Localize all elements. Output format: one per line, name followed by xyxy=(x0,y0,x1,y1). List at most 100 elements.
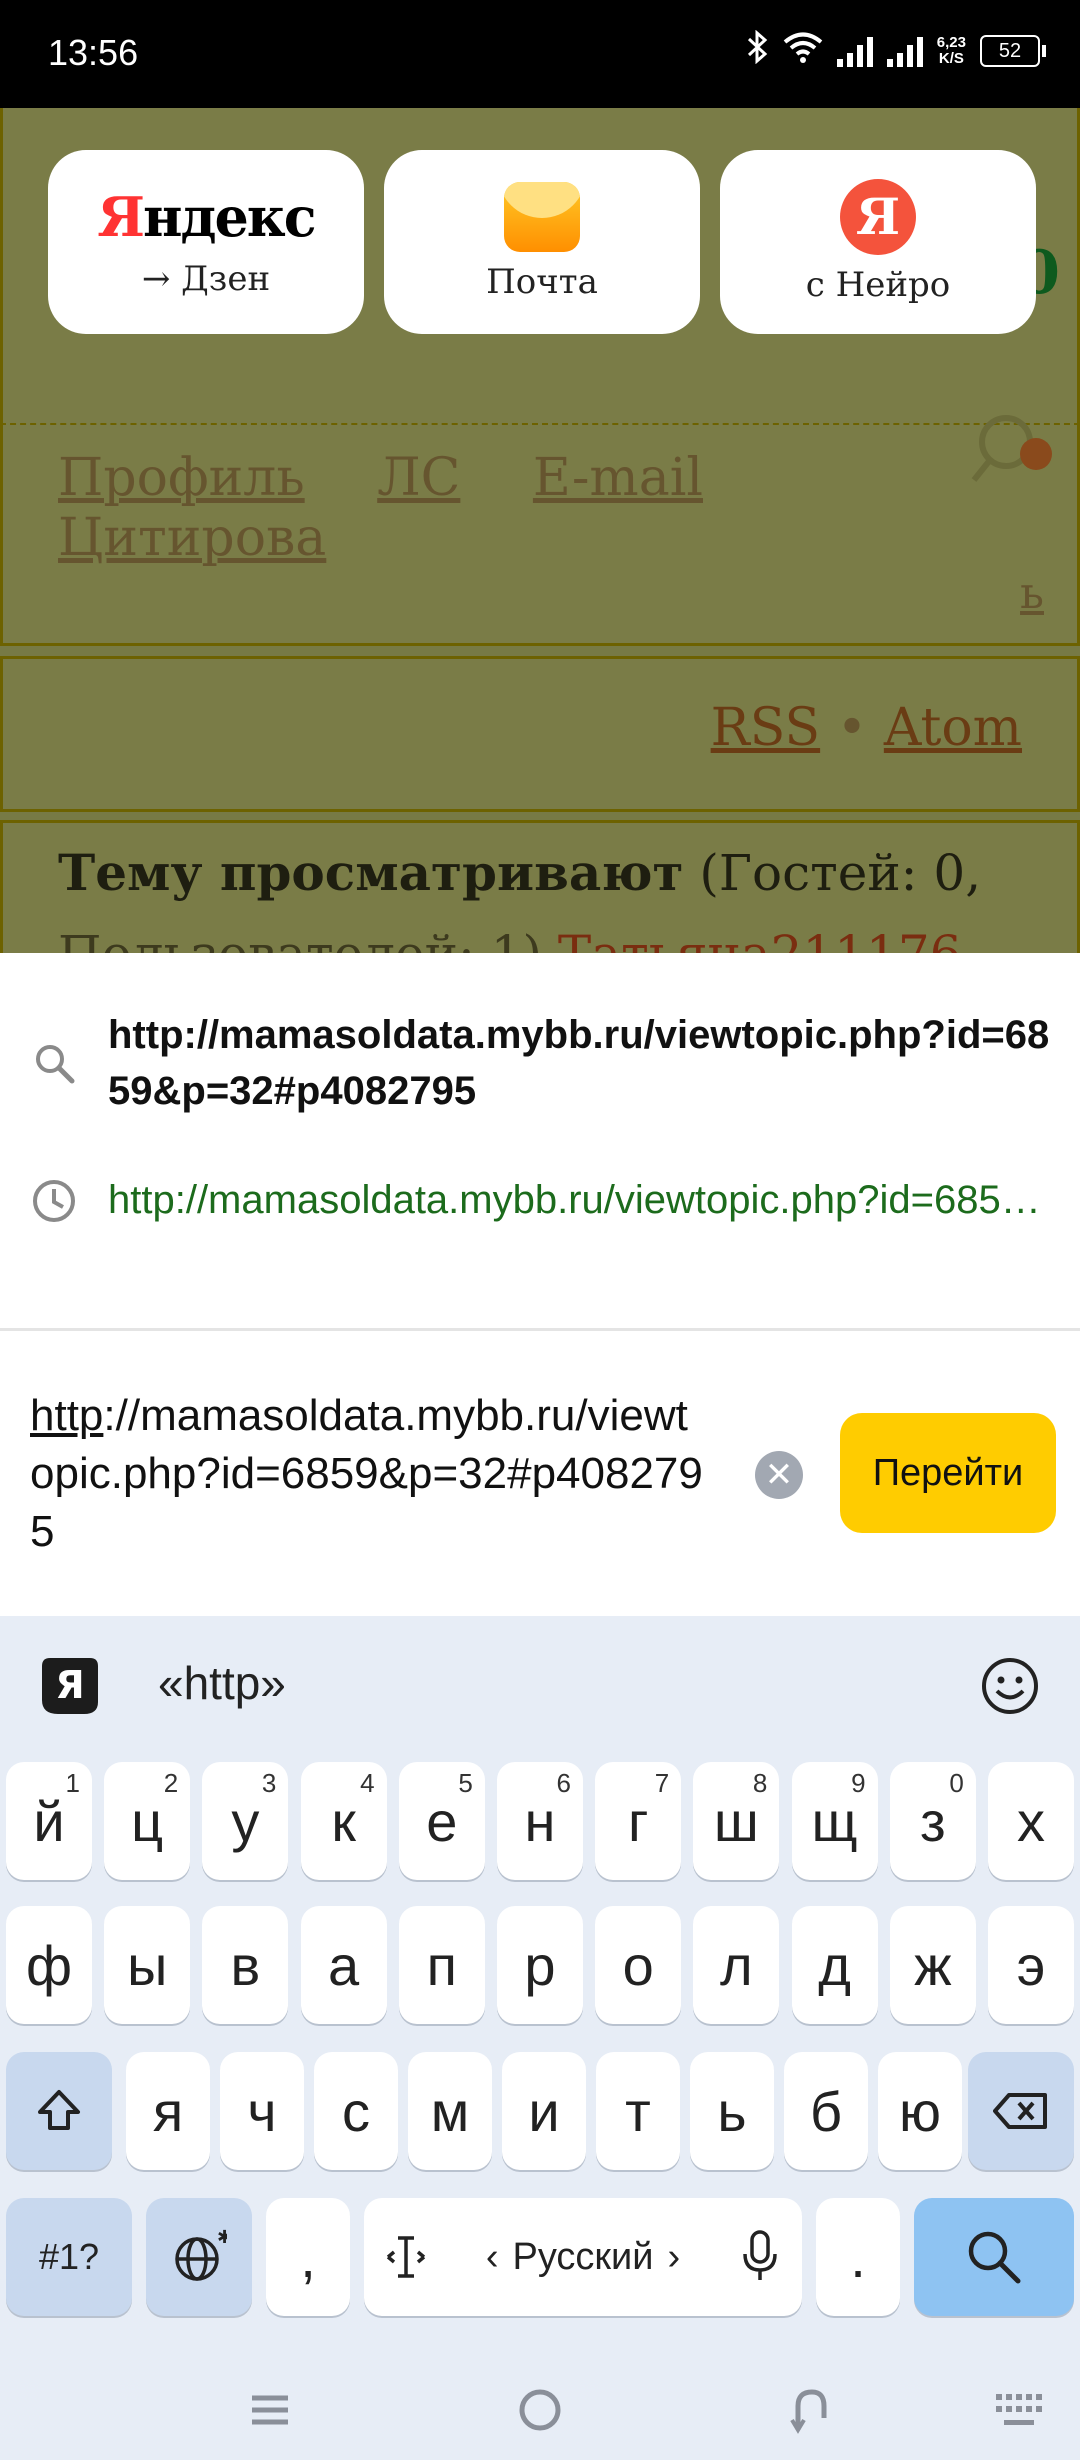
key-row1-8[interactable]: щ9 xyxy=(791,1762,878,1880)
background-webpage: 0 Профиль ЛС E-mail Цитирова ь RSS • Ato… xyxy=(0,108,1080,953)
key-row1-10[interactable]: х xyxy=(988,1762,1074,1880)
battery-icon: 52 xyxy=(980,34,1046,67)
menu-icon[interactable] xyxy=(240,2380,300,2440)
key-row2-2[interactable]: в xyxy=(202,1906,289,2024)
feed-separator: • xyxy=(836,698,868,758)
key-row1-9[interactable]: з0 xyxy=(889,1762,976,1880)
key-row2-10[interactable]: э xyxy=(988,1906,1074,2024)
back-icon[interactable] xyxy=(780,2380,840,2440)
globe-icon: ✱ xyxy=(175,2229,227,2281)
tile-label-dzen: → Дзен xyxy=(141,259,271,299)
clock: 13:56 xyxy=(48,32,139,73)
key-row2-6[interactable]: о xyxy=(595,1906,682,2024)
key-row1-3[interactable]: к4 xyxy=(300,1762,387,1880)
key-letter: н xyxy=(524,1789,556,1853)
period-key[interactable]: . xyxy=(816,2198,900,2316)
key-row2-1[interactable]: ы xyxy=(104,1906,191,2024)
keyboard-suggestion-bar: Я «http» xyxy=(0,1616,1080,1744)
symbols-key[interactable]: #1? xyxy=(6,2198,132,2316)
tile-label-mail: Почта xyxy=(486,262,598,302)
pm-link[interactable]: ЛС xyxy=(377,448,460,508)
key-row3-1[interactable]: ч xyxy=(220,2052,304,2170)
url-rest: ://mamasoldata.mybb.ru/viewtopic.php?id=… xyxy=(30,1391,703,1556)
search-icon xyxy=(968,2231,1021,2284)
key-row2-4[interactable]: п xyxy=(398,1906,485,2024)
key-row3-6[interactable]: ь xyxy=(690,2052,774,2170)
keyboard: Я «http» й1ц2у3к4е5н6г7ш8щ9з0х фывапролд… xyxy=(0,1616,1080,2356)
emoji-icon[interactable] xyxy=(980,1656,1040,1716)
key-row2-8[interactable]: д xyxy=(791,1906,878,2024)
key-row1-4[interactable]: е5 xyxy=(398,1762,485,1880)
keyboard-hide-icon[interactable] xyxy=(990,2380,1050,2440)
post-links: Профиль ЛС E-mail Цитирова xyxy=(58,448,1080,568)
key-row3-3[interactable]: м xyxy=(408,2052,492,2170)
key-letter: з xyxy=(919,1789,946,1853)
key-row3-5[interactable]: т xyxy=(596,2052,680,2170)
clear-icon[interactable]: ✕ xyxy=(755,1451,803,1499)
key-row3-8[interactable]: ю xyxy=(878,2052,962,2170)
key-row2-9[interactable]: ж xyxy=(889,1906,976,2024)
backspace-key[interactable] xyxy=(968,2052,1074,2170)
battery-level: 52 xyxy=(998,39,1022,62)
navigation-bar xyxy=(0,2356,1080,2460)
wifi-icon xyxy=(783,31,823,70)
address-bar: http://mamasoldata.mybb.ru/viewtopic.php… xyxy=(0,1331,1080,1616)
profile-link[interactable]: Профиль xyxy=(58,448,305,508)
tile-neuro[interactable]: Я с Нейро xyxy=(720,150,1036,334)
key-row3-7[interactable]: б xyxy=(784,2052,868,2170)
rss-link[interactable]: RSS xyxy=(711,698,820,758)
atom-link[interactable]: Atom xyxy=(884,698,1022,758)
key-row3-4[interactable]: и xyxy=(502,2052,586,2170)
yandex-logo: Яндекс xyxy=(97,185,316,249)
space-key[interactable]: ‹ Русский › xyxy=(364,2198,802,2316)
suggestion-history[interactable]: http://mamasoldata.mybb.ru/viewtopic.php… xyxy=(0,1163,1080,1238)
svg-text:✱: ✱ xyxy=(217,2229,227,2248)
key-row1-0[interactable]: й1 xyxy=(6,1762,92,1880)
home-icon[interactable] xyxy=(510,2380,570,2440)
comma-key[interactable]: , xyxy=(266,2198,350,2316)
key-row2-5[interactable]: р xyxy=(497,1906,583,2024)
key-row1-6[interactable]: г7 xyxy=(595,1762,682,1880)
quote-link[interactable]: Цитирова xyxy=(58,508,326,568)
key-number-hint: 4 xyxy=(360,1768,375,1798)
go-button[interactable]: Перейти xyxy=(840,1413,1056,1533)
key-row3-2[interactable]: с xyxy=(314,2052,398,2170)
url-scheme: http xyxy=(30,1391,104,1440)
key-row2-0[interactable]: ф xyxy=(6,1906,92,2024)
yandex-keyboard-icon[interactable]: Я xyxy=(36,1652,104,1720)
status-bar: 13:56 6,23 K/S 52 xyxy=(0,0,1080,108)
search-action-key[interactable] xyxy=(914,2198,1074,2316)
net-speed-unit: K/S xyxy=(938,49,964,67)
shift-key[interactable] xyxy=(6,2052,112,2170)
key-number-hint: 6 xyxy=(556,1768,571,1798)
microphone-icon[interactable] xyxy=(740,2228,780,2284)
key-row1-5[interactable]: н6 xyxy=(497,1762,583,1880)
key-row2-7[interactable]: л xyxy=(693,1906,780,2024)
signal-icon-sim1 xyxy=(836,35,873,67)
key-number-hint: 0 xyxy=(949,1768,964,1798)
key-row1-1[interactable]: ц2 xyxy=(104,1762,191,1880)
viewers-users: Пользователей: 1) xyxy=(58,925,558,953)
net-speed: 6,23 K/S xyxy=(937,34,966,67)
search-icon xyxy=(36,1045,75,1084)
url-input[interactable]: http://mamasoldata.mybb.ru/viewtopic.php… xyxy=(30,1387,710,1561)
key-row3-0[interactable]: я xyxy=(126,2052,210,2170)
tile-mail[interactable]: Почта xyxy=(384,150,700,334)
key-number-hint: 1 xyxy=(65,1768,80,1798)
tile-yandex-dzen[interactable]: Яндекс → Дзен xyxy=(48,150,364,334)
key-row1-2[interactable]: у3 xyxy=(202,1762,289,1880)
viewers-line2: Пользователей: 1) Татьяна211176 xyxy=(58,925,962,953)
suggestions-sheet: http://mamasoldata.mybb.ru/viewtopic.php… xyxy=(0,953,1080,1333)
bluetooth-icon xyxy=(745,29,769,71)
quote-link-tail[interactable]: ь xyxy=(1020,568,1044,619)
yandex-neuro-icon: Я xyxy=(840,179,916,255)
email-link[interactable]: E-mail xyxy=(533,448,703,508)
key-number-hint: 7 xyxy=(654,1768,670,1798)
language-key[interactable]: ✱ xyxy=(146,2198,252,2316)
keyboard-suggestion-word[interactable]: «http» xyxy=(158,1656,286,1710)
key-row2-3[interactable]: а xyxy=(300,1906,387,2024)
key-row1-7[interactable]: ш8 xyxy=(693,1762,780,1880)
viewers-guests: (Гостей: 0, xyxy=(683,844,982,902)
viewer-user-link[interactable]: Татьяна211176 xyxy=(558,925,962,953)
suggestion-search[interactable]: http://mamasoldata.mybb.ru/viewtopic.php… xyxy=(0,1008,1080,1118)
